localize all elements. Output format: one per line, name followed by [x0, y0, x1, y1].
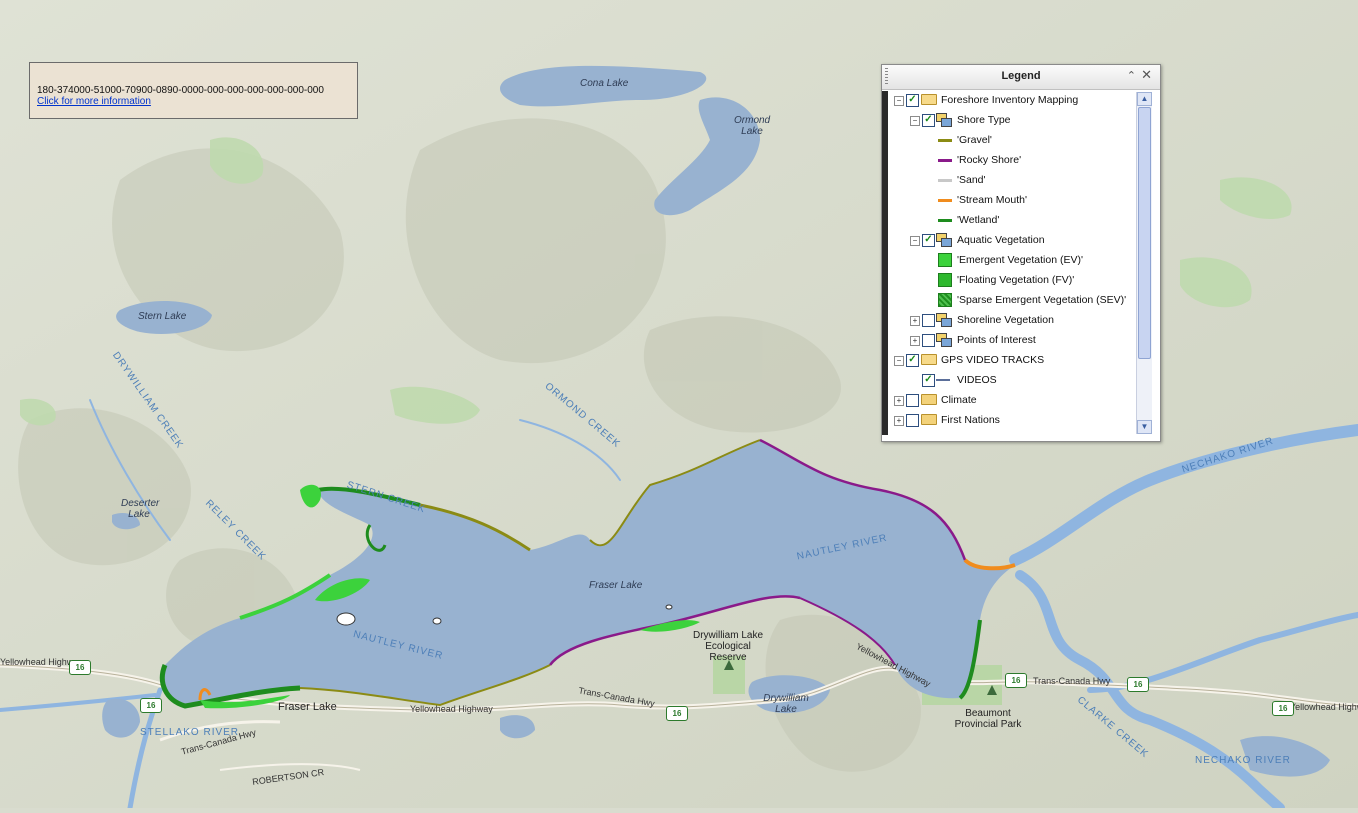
- layer-checkbox[interactable]: [906, 394, 919, 407]
- collapse-toggle-icon[interactable]: −: [910, 236, 920, 246]
- layer-checkbox[interactable]: ✓: [922, 114, 935, 127]
- layer-checkbox[interactable]: ✓: [922, 234, 935, 247]
- line-symbol-icon: [938, 159, 952, 162]
- collapse-toggle-icon[interactable]: −: [894, 96, 904, 106]
- legend-header[interactable]: Legend ⌃ ✕: [882, 65, 1160, 90]
- legend-item-label: Aquatic Vegetation: [957, 234, 1045, 246]
- road-label-yellowhead-4: Yellowhead Highway: [1290, 702, 1358, 712]
- legend-item-label: 'Stream Mouth': [957, 194, 1027, 206]
- layer-group-icon: [936, 233, 952, 247]
- lake-label-deserter: Deserter Lake: [121, 498, 160, 520]
- layer-group-icon: [936, 333, 952, 347]
- legend-item-label: 'Floating Vegetation (FV)': [957, 274, 1075, 286]
- legend-title: Legend: [1001, 70, 1041, 82]
- legend-item-label: 'Gravel': [957, 134, 992, 146]
- layer-checkbox[interactable]: ✓: [906, 94, 919, 107]
- legend-item-label: 'Sparse Emergent Vegetation (SEV)': [957, 294, 1127, 306]
- folder-open-icon: [921, 94, 937, 105]
- legend-item-label: VIDEOS: [957, 374, 997, 386]
- folder-open-icon: [921, 354, 937, 365]
- legend-item-label: Shoreline Vegetation: [957, 314, 1054, 326]
- layer-checkbox[interactable]: [922, 314, 935, 327]
- park-label-drywilliam: Drywilliam Lake Ecological Reserve: [692, 630, 763, 663]
- feature-id-text: 180-374000-51000-70900-0890-0000-000-000…: [37, 85, 324, 96]
- legend-item-label: 'Rocky Shore': [957, 154, 1022, 166]
- fill-symbol-icon: [938, 273, 952, 287]
- close-icon[interactable]: ✕: [1141, 67, 1152, 83]
- lake-label-drywilliam: Drywilliam Lake: [763, 693, 809, 715]
- road-label-yellowhead-2: Yellowhead Highway: [410, 704, 493, 714]
- river-label-nechako-1: NECHAKO RIVER: [1195, 755, 1291, 766]
- highway-shield-icon: 16: [140, 698, 162, 713]
- legend-item-label: Climate: [941, 394, 977, 406]
- highway-shield-icon: 16: [1127, 677, 1149, 692]
- track-line-icon: [936, 379, 950, 381]
- legend-item-label: GPS VIDEO TRACKS: [941, 354, 1045, 366]
- legend-item-label: Points of Interest: [957, 334, 1036, 346]
- expand-toggle-icon[interactable]: +: [910, 316, 920, 326]
- road-label-transcanada-2: Trans-Canada Hwy: [1033, 676, 1111, 686]
- expand-toggle-icon[interactable]: +: [910, 336, 920, 346]
- lake-label-cona: Cona Lake: [580, 78, 629, 89]
- more-info-link[interactable]: Click for more information: [37, 96, 151, 107]
- line-symbol-icon: [938, 179, 952, 182]
- highway-shield-icon: 16: [1005, 673, 1027, 688]
- legend-tree: − ✓ Foreshore Inventory Mapping − ✓ Shor…: [890, 91, 1138, 435]
- scroll-thumb[interactable]: [1138, 107, 1151, 359]
- legend-item-label: 'Wetland': [957, 214, 1000, 226]
- legend-sidebar-strip: [882, 91, 888, 435]
- layer-checkbox[interactable]: [906, 414, 919, 427]
- legend-item-label: First Nations: [941, 414, 1000, 426]
- line-symbol-icon: [938, 139, 952, 142]
- scroll-down-icon[interactable]: ▼: [1137, 420, 1152, 434]
- highway-shield-icon: 16: [69, 660, 91, 675]
- layer-checkbox[interactable]: [922, 334, 935, 347]
- highway-shield-icon: 16: [666, 706, 688, 721]
- collapse-toggle-icon[interactable]: −: [894, 356, 904, 366]
- double-chevron-up-icon[interactable]: ⌃: [1127, 69, 1136, 82]
- line-symbol-icon: [938, 219, 952, 222]
- expand-toggle-icon[interactable]: +: [894, 396, 904, 406]
- fill-symbol-icon: [938, 293, 952, 307]
- collapse-toggle-icon[interactable]: −: [910, 116, 920, 126]
- layer-checkbox[interactable]: ✓: [906, 354, 919, 367]
- park-label-beaumont: Beaumont Provincial Park: [954, 708, 1022, 730]
- legend-item-label: Foreshore Inventory Mapping: [941, 94, 1079, 106]
- legend-panel: Legend ⌃ ✕ − ✓ Foreshore Inventory Mappi…: [881, 64, 1161, 442]
- folder-icon: [921, 394, 937, 405]
- town-label-fraser-lake: Fraser Lake: [278, 701, 337, 713]
- expand-toggle-icon[interactable]: +: [894, 416, 904, 426]
- legend-scrollbar[interactable]: ▲ ▼: [1136, 92, 1152, 434]
- folder-icon: [921, 414, 937, 425]
- lake-label-stern: Stern Lake: [138, 311, 187, 322]
- layer-group-icon: [936, 113, 952, 127]
- highway-shield-icon: 16: [1272, 701, 1294, 716]
- scroll-up-icon[interactable]: ▲: [1137, 92, 1152, 106]
- line-symbol-icon: [938, 199, 952, 202]
- layer-group-icon: [936, 313, 952, 327]
- legend-item-label: Shore Type: [957, 114, 1011, 126]
- legend-item-label: 'Sand': [957, 174, 986, 186]
- lake-label-fraser: Fraser Lake: [589, 580, 643, 591]
- lake-label-ormond: Ormond Lake: [734, 115, 771, 137]
- fill-symbol-icon: [938, 253, 952, 267]
- legend-item-label: 'Emergent Vegetation (EV)': [957, 254, 1083, 266]
- feature-info-popup: 180-374000-51000-70900-0890-0000-000-000…: [29, 62, 358, 119]
- layer-checkbox[interactable]: ✓: [922, 374, 935, 387]
